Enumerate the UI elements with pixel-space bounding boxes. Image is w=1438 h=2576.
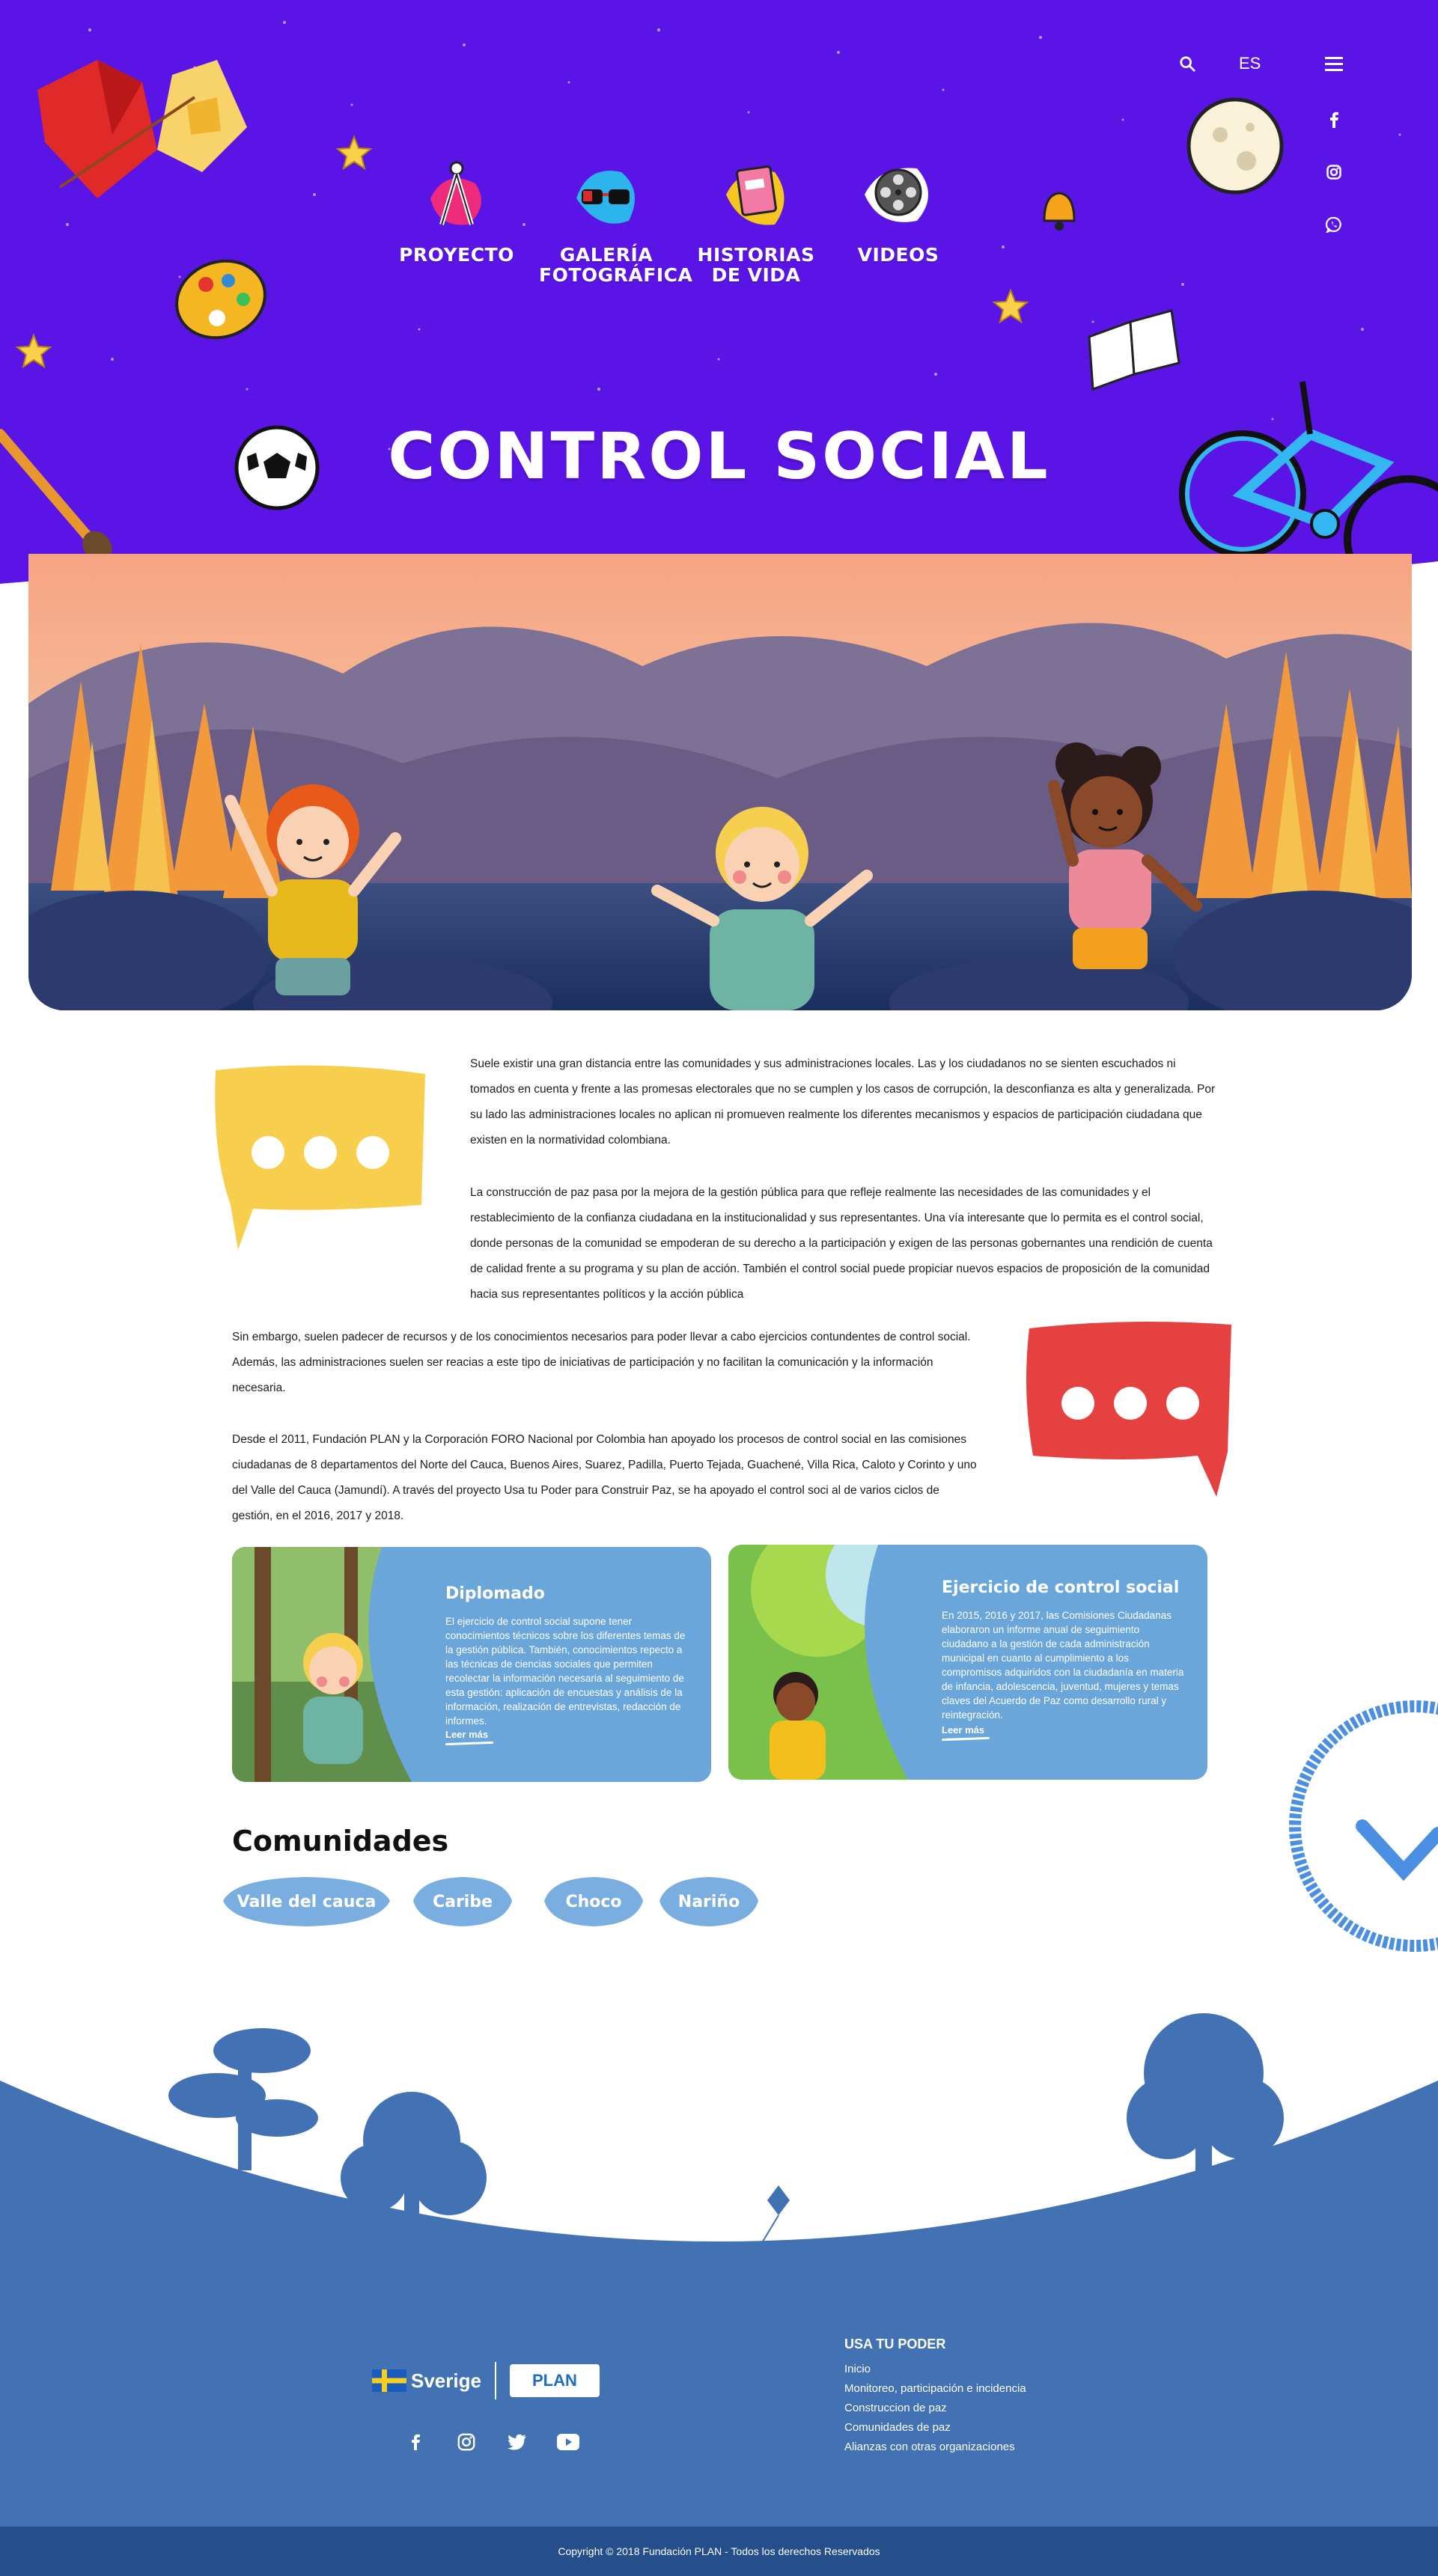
footer-twitter-link[interactable] (506, 2431, 528, 2453)
whatsapp-link[interactable] (1323, 214, 1344, 235)
nav-label: FOTOGRÁFICA (539, 264, 693, 286)
sverige-logo: Sverige (372, 2369, 481, 2393)
plan-label: PLAN (532, 2371, 577, 2390)
footer-link-alianzas[interactable]: Alianzas con otras organizaciones (844, 2438, 1026, 2457)
facebook-link[interactable] (1323, 109, 1344, 130)
logo-divider (494, 2362, 496, 2399)
card-ejercicio-control-social[interactable]: Ejercicio de control social En 2015, 201… (728, 1545, 1207, 1780)
yellow-speech-bubble-icon (215, 1065, 425, 1250)
glasses-icon (576, 171, 635, 224)
footer-link-comunidades[interactable]: Comunidades de paz (844, 2418, 1026, 2438)
nav-label: PROYECTO (399, 244, 514, 266)
nav-label: GALERÍA (559, 244, 654, 266)
footer-social-links (404, 2431, 579, 2453)
nav-label: DE VIDA (711, 264, 801, 286)
menu-icon[interactable] (1325, 57, 1343, 72)
bell-decoration (1043, 192, 1076, 231)
footer-link-monitoreo[interactable]: Monitoreo, participación e incidencia (844, 2379, 1026, 2399)
footer-links: USA TU PODER Inicio Monitoreo, participa… (844, 2337, 1026, 2457)
origami-heart-decoration (37, 60, 247, 198)
moon-decoration (1186, 97, 1284, 195)
card-title: Diplomado (445, 1584, 545, 1603)
chip-label: Caribe (432, 1892, 493, 1911)
instagram-icon (457, 2433, 475, 2451)
page-title: CONTROL SOCIAL (388, 419, 1050, 494)
instagram-icon (1326, 165, 1341, 180)
footer-link-inicio[interactable]: Inicio (844, 2360, 1026, 2379)
sverige-label: Sverige (411, 2369, 481, 2392)
youtube-icon (557, 2434, 579, 2450)
chip-label: Valle del cauca (237, 1892, 377, 1911)
copyright-bar: Copyright © 2018 Fundación PLAN - Todos … (0, 2527, 1438, 2576)
facebook-icon (1330, 112, 1338, 128)
card-body: El ejercicio de control social supone te… (445, 1616, 686, 1727)
facebook-icon (412, 2434, 420, 2450)
read-more-link[interactable]: Leer más (942, 1724, 990, 1740)
paint-palette-decoration (175, 259, 266, 340)
compass-icon (430, 161, 481, 225)
card-title: Ejercicio de control social (942, 1578, 1180, 1597)
nav-item-galeria[interactable]: GALERÍA FOTOGRÁFICA (539, 153, 693, 286)
footer-instagram-link[interactable] (455, 2431, 478, 2453)
nav-item-proyecto[interactable]: PROYECTO (389, 153, 524, 265)
intro-paragraph-3: Sin embargo, suelen padecer de recursos … (232, 1331, 971, 1394)
card-illustration (232, 1547, 412, 1782)
star-decoration (335, 135, 373, 171)
search-icon[interactable] (1179, 55, 1195, 72)
footer-youtube-link[interactable] (557, 2431, 579, 2453)
star-decoration (15, 333, 52, 369)
whatsapp-icon (1326, 216, 1341, 233)
book-icon (726, 165, 784, 225)
hero-header: ES PROYECTO GALERÍA FOTOGRÁFICA HISTORIA… (0, 0, 1438, 644)
film-reel-icon (865, 168, 928, 222)
intro-paragraph-4: Desde el 2011, Fundación PLAN y la Corpo… (232, 1433, 977, 1522)
footer-link-construccion[interactable]: Construccion de paz (844, 2399, 1026, 2418)
nav-label: VIDEOS (857, 244, 939, 266)
intro-paragraph-1: Suele existir una gran distancia entre l… (470, 1057, 1216, 1147)
plan-logo: PLAN (509, 2364, 600, 2397)
nav-label: HISTORIAS (697, 244, 815, 266)
footer-background (0, 2013, 1438, 2545)
intro-paragraph-2: La construcción de paz pasa por la mejor… (470, 1186, 1213, 1301)
read-more-link[interactable]: Leer más (445, 1729, 493, 1745)
chip-label: Choco (565, 1892, 622, 1911)
card-diplomado[interactable]: Diplomado El ejercicio de control social… (232, 1547, 711, 1782)
star-decoration (992, 288, 1029, 324)
hero-banner-illustration (28, 554, 1412, 1010)
communities-title: Comunidades (232, 1825, 449, 1858)
open-book-decoration (1088, 309, 1180, 391)
nav-item-historias[interactable]: HISTORIAS DE VIDA (689, 153, 823, 285)
nav-item-videos[interactable]: VIDEOS (831, 153, 966, 265)
twitter-icon (508, 2434, 526, 2450)
instagram-link[interactable] (1323, 162, 1344, 183)
community-chip-caribe[interactable]: Caribe (409, 1871, 516, 1932)
community-chip-valle-del-cauca[interactable]: Valle del cauca (219, 1871, 394, 1932)
footer-facebook-link[interactable] (404, 2431, 427, 2453)
check-circle-icon (1289, 1700, 1438, 1952)
language-selector[interactable]: ES (1239, 54, 1261, 73)
community-chip-choco[interactable]: Choco (540, 1871, 647, 1932)
footer-partner-logos: Sverige PLAN (372, 2362, 600, 2399)
footer-links-title: USA TU PODER (844, 2337, 946, 2351)
card-body: En 2015, 2016 y 2017, las Comisiones Ciu… (942, 1610, 1184, 1721)
red-speech-bubble-icon (1026, 1322, 1231, 1497)
main-navigation: PROYECTO GALERÍA FOTOGRÁFICA HISTORIAS D… (389, 153, 958, 303)
community-chip-narino[interactable]: Nariño (656, 1871, 762, 1932)
sweden-flag-icon (372, 2369, 406, 2392)
card-illustration (728, 1545, 908, 1780)
chip-label: Nariño (677, 1892, 740, 1911)
